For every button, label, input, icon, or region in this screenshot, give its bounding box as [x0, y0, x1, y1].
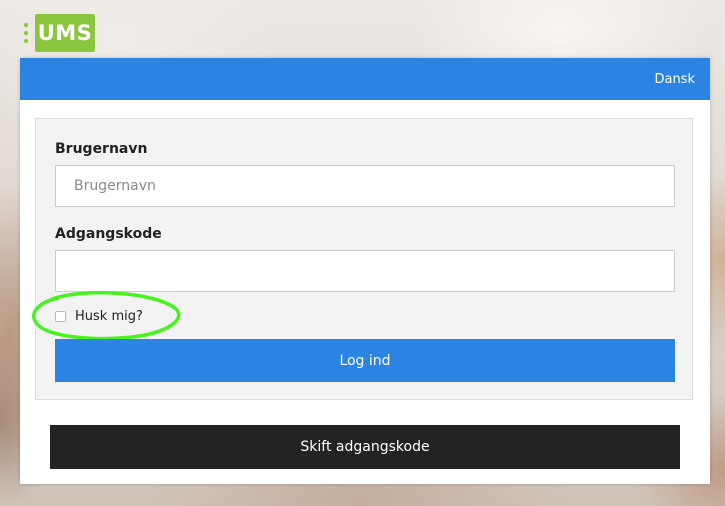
password-label: Adgangskode [55, 226, 162, 242]
remember-me-label: Husk mig? [75, 309, 143, 324]
logo-text: UMS [35, 14, 95, 52]
login-form: Brugernavn Adgangskode Husk mig? Log ind [32, 118, 693, 400]
username-input[interactable] [55, 165, 675, 207]
password-input[interactable] [55, 250, 675, 292]
ums-logo[interactable]: UMS [24, 14, 95, 52]
change-password-button[interactable]: Skift adgangskode [50, 425, 680, 469]
logo-dots-icon [24, 23, 28, 43]
login-card: Dansk Brugernavn Adgangskode Husk mig? L… [20, 58, 710, 484]
username-label: Brugernavn [55, 141, 148, 157]
remember-me[interactable]: Husk mig? [55, 309, 143, 324]
login-button[interactable]: Log ind [55, 339, 675, 382]
remember-me-checkbox[interactable] [55, 311, 66, 322]
card-header: Dansk [20, 58, 710, 100]
language-selector[interactable]: Dansk [654, 72, 695, 87]
